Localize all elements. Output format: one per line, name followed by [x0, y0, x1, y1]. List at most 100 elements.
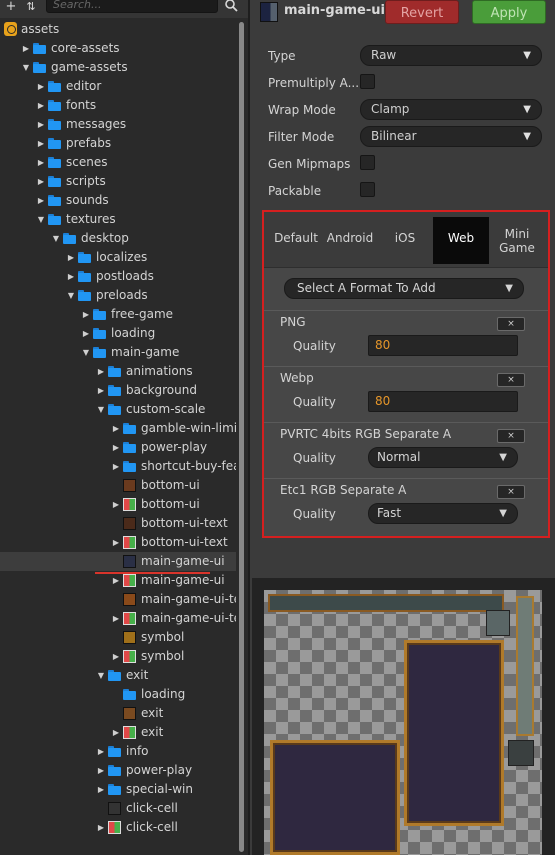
collapse-arrow-icon[interactable]: ▶	[36, 115, 46, 134]
collapse-arrow-icon[interactable]: ▶	[96, 742, 106, 761]
tree-row[interactable]: ▶ exit	[0, 723, 236, 742]
quality-input[interactable]: 80	[368, 335, 518, 356]
expand-arrow-icon[interactable]: ▼	[96, 400, 106, 419]
collapse-arrow-icon[interactable]: ▶	[111, 495, 121, 514]
apply-button[interactable]: Apply	[472, 0, 546, 24]
quality-select[interactable]: Fast ▼	[368, 503, 518, 524]
collapse-arrow-icon[interactable]: ▶	[111, 723, 121, 742]
tree-row[interactable]: ▼ preloads	[0, 286, 236, 305]
tree-row[interactable]: loading	[0, 685, 236, 704]
remove-format-button[interactable]: ×	[497, 429, 525, 443]
tree-row[interactable]: ▶ fonts	[0, 96, 236, 115]
tab-ios[interactable]: iOS	[380, 217, 430, 264]
collapse-arrow-icon[interactable]: ▶	[36, 77, 46, 96]
tab-web[interactable]: Web	[433, 217, 489, 264]
expand-arrow-icon[interactable]: ▼	[96, 666, 106, 685]
expand-arrow-icon[interactable]: ▼	[51, 229, 61, 248]
tree-row[interactable]: ▶ scripts	[0, 172, 236, 191]
collapse-arrow-icon[interactable]: ▶	[96, 780, 106, 799]
collapse-arrow-icon[interactable]: ▶	[66, 248, 76, 267]
tree-row[interactable]: ▼ custom-scale	[0, 400, 236, 419]
format-select[interactable]: Select A Format To Add ▼	[284, 278, 524, 299]
tree-row[interactable]: ▶ background	[0, 381, 236, 400]
tree-row[interactable]: ▼ exit	[0, 666, 236, 685]
collapse-arrow-icon[interactable]: ▶	[96, 818, 106, 837]
filter-mode-select[interactable]: Bilinear ▼	[360, 126, 542, 147]
collapse-arrow-icon[interactable]: ▶	[36, 191, 46, 210]
tree-row[interactable]: ▼ main-game	[0, 343, 236, 362]
collapse-arrow-icon[interactable]: ▶	[96, 362, 106, 381]
quality-input[interactable]: 80	[368, 391, 518, 412]
tree-row[interactable]: ▼ textures	[0, 210, 236, 229]
remove-format-button[interactable]: ×	[497, 373, 525, 387]
tree-row[interactable]: bottom-ui-text	[0, 514, 236, 533]
tree-row[interactable]: exit	[0, 704, 236, 723]
collapse-arrow-icon[interactable]: ▶	[36, 96, 46, 115]
collapse-arrow-icon[interactable]: ▶	[66, 267, 76, 286]
tree-row[interactable]: symbol	[0, 628, 236, 647]
remove-format-button[interactable]: ×	[497, 317, 525, 331]
tree-row[interactable]: bottom-ui	[0, 476, 236, 495]
expand-arrow-icon[interactable]: ▼	[36, 210, 46, 229]
tree-row[interactable]: ▶ editor	[0, 77, 236, 96]
collapse-arrow-icon[interactable]: ▶	[111, 533, 121, 552]
tree-row[interactable]: ▶ sounds	[0, 191, 236, 210]
tree-row[interactable]: ▶ localizes	[0, 248, 236, 267]
quality-select[interactable]: Normal ▼	[368, 447, 518, 468]
sort-icon[interactable]: ⇅	[24, 0, 38, 14]
tree-row[interactable]: ▶ scenes	[0, 153, 236, 172]
collapse-arrow-icon[interactable]: ▶	[81, 324, 91, 343]
expand-arrow-icon[interactable]: ▼	[66, 286, 76, 305]
tree-row[interactable]: ▶ animations	[0, 362, 236, 381]
tab-android[interactable]: Android	[324, 217, 376, 264]
tree-row[interactable]: assets	[0, 20, 236, 39]
tree-row[interactable]: ▶ free-game	[0, 305, 236, 324]
premultiply-checkbox[interactable]	[360, 74, 375, 89]
tree-row[interactable]: ▶ postloads	[0, 267, 236, 286]
collapse-arrow-icon[interactable]: ▶	[36, 172, 46, 191]
tree-row[interactable]: main-game-ui-text	[0, 590, 248, 609]
tree-row[interactable]: main-game-ui	[0, 552, 236, 571]
tree-row[interactable]: ▶ click-cell	[0, 818, 236, 837]
collapse-arrow-icon[interactable]: ▶	[36, 134, 46, 153]
tree-row[interactable]: ▶ main-game-ui-text	[0, 609, 248, 628]
wrap-mode-select[interactable]: Clamp ▼	[360, 99, 542, 120]
tree-row[interactable]: ▶ special-win	[0, 780, 236, 799]
add-icon[interactable]: +	[4, 0, 18, 14]
collapse-arrow-icon[interactable]: ▶	[81, 305, 91, 324]
tab-mini-game[interactable]: Mini Game	[492, 217, 542, 264]
type-select[interactable]: Raw ▼	[360, 45, 542, 66]
revert-button[interactable]: Revert	[385, 0, 459, 24]
expand-arrow-icon[interactable]: ▼	[81, 343, 91, 362]
tree-row[interactable]: ▶ bottom-ui	[0, 495, 236, 514]
gen-mipmaps-checkbox[interactable]	[360, 155, 375, 170]
expand-arrow-icon[interactable]: ▼	[21, 58, 31, 77]
search-icon[interactable]	[224, 0, 238, 12]
tree-row[interactable]: ▶ loading	[0, 324, 236, 343]
tree-row[interactable]: ▶ gamble-win-limit	[0, 419, 242, 438]
tree-row[interactable]: ▶ shortcut-buy-feature	[0, 457, 248, 476]
tree-row[interactable]: ▶ power-play	[0, 761, 236, 780]
collapse-arrow-icon[interactable]: ▶	[111, 457, 121, 476]
collapse-arrow-icon[interactable]: ▶	[96, 761, 106, 780]
tree-row[interactable]: ▶ core-assets	[0, 39, 236, 58]
tree-row[interactable]: click-cell	[0, 799, 236, 818]
tree-row[interactable]: ▶ power-play	[0, 438, 236, 457]
collapse-arrow-icon[interactable]: ▶	[96, 381, 106, 400]
packable-checkbox[interactable]	[360, 182, 375, 197]
tree-row[interactable]: ▶ info	[0, 742, 236, 761]
tab-default[interactable]: Default	[272, 217, 320, 264]
collapse-arrow-icon[interactable]: ▶	[111, 609, 121, 628]
remove-format-button[interactable]: ×	[497, 485, 525, 499]
tree-row[interactable]: ▼ game-assets	[0, 58, 236, 77]
tree-row[interactable]: ▶ messages	[0, 115, 236, 134]
collapse-arrow-icon[interactable]: ▶	[21, 39, 31, 58]
asset-scrollbar-thumb[interactable]	[239, 22, 244, 852]
tree-row[interactable]: ▶ bottom-ui-text	[0, 533, 236, 552]
tree-row[interactable]: ▶ prefabs	[0, 134, 236, 153]
collapse-arrow-icon[interactable]: ▶	[111, 647, 121, 666]
search-input[interactable]: Search...	[46, 0, 218, 13]
collapse-arrow-icon[interactable]: ▶	[111, 419, 121, 438]
collapse-arrow-icon[interactable]: ▶	[111, 438, 121, 457]
tree-row[interactable]: ▼ desktop	[0, 229, 236, 248]
